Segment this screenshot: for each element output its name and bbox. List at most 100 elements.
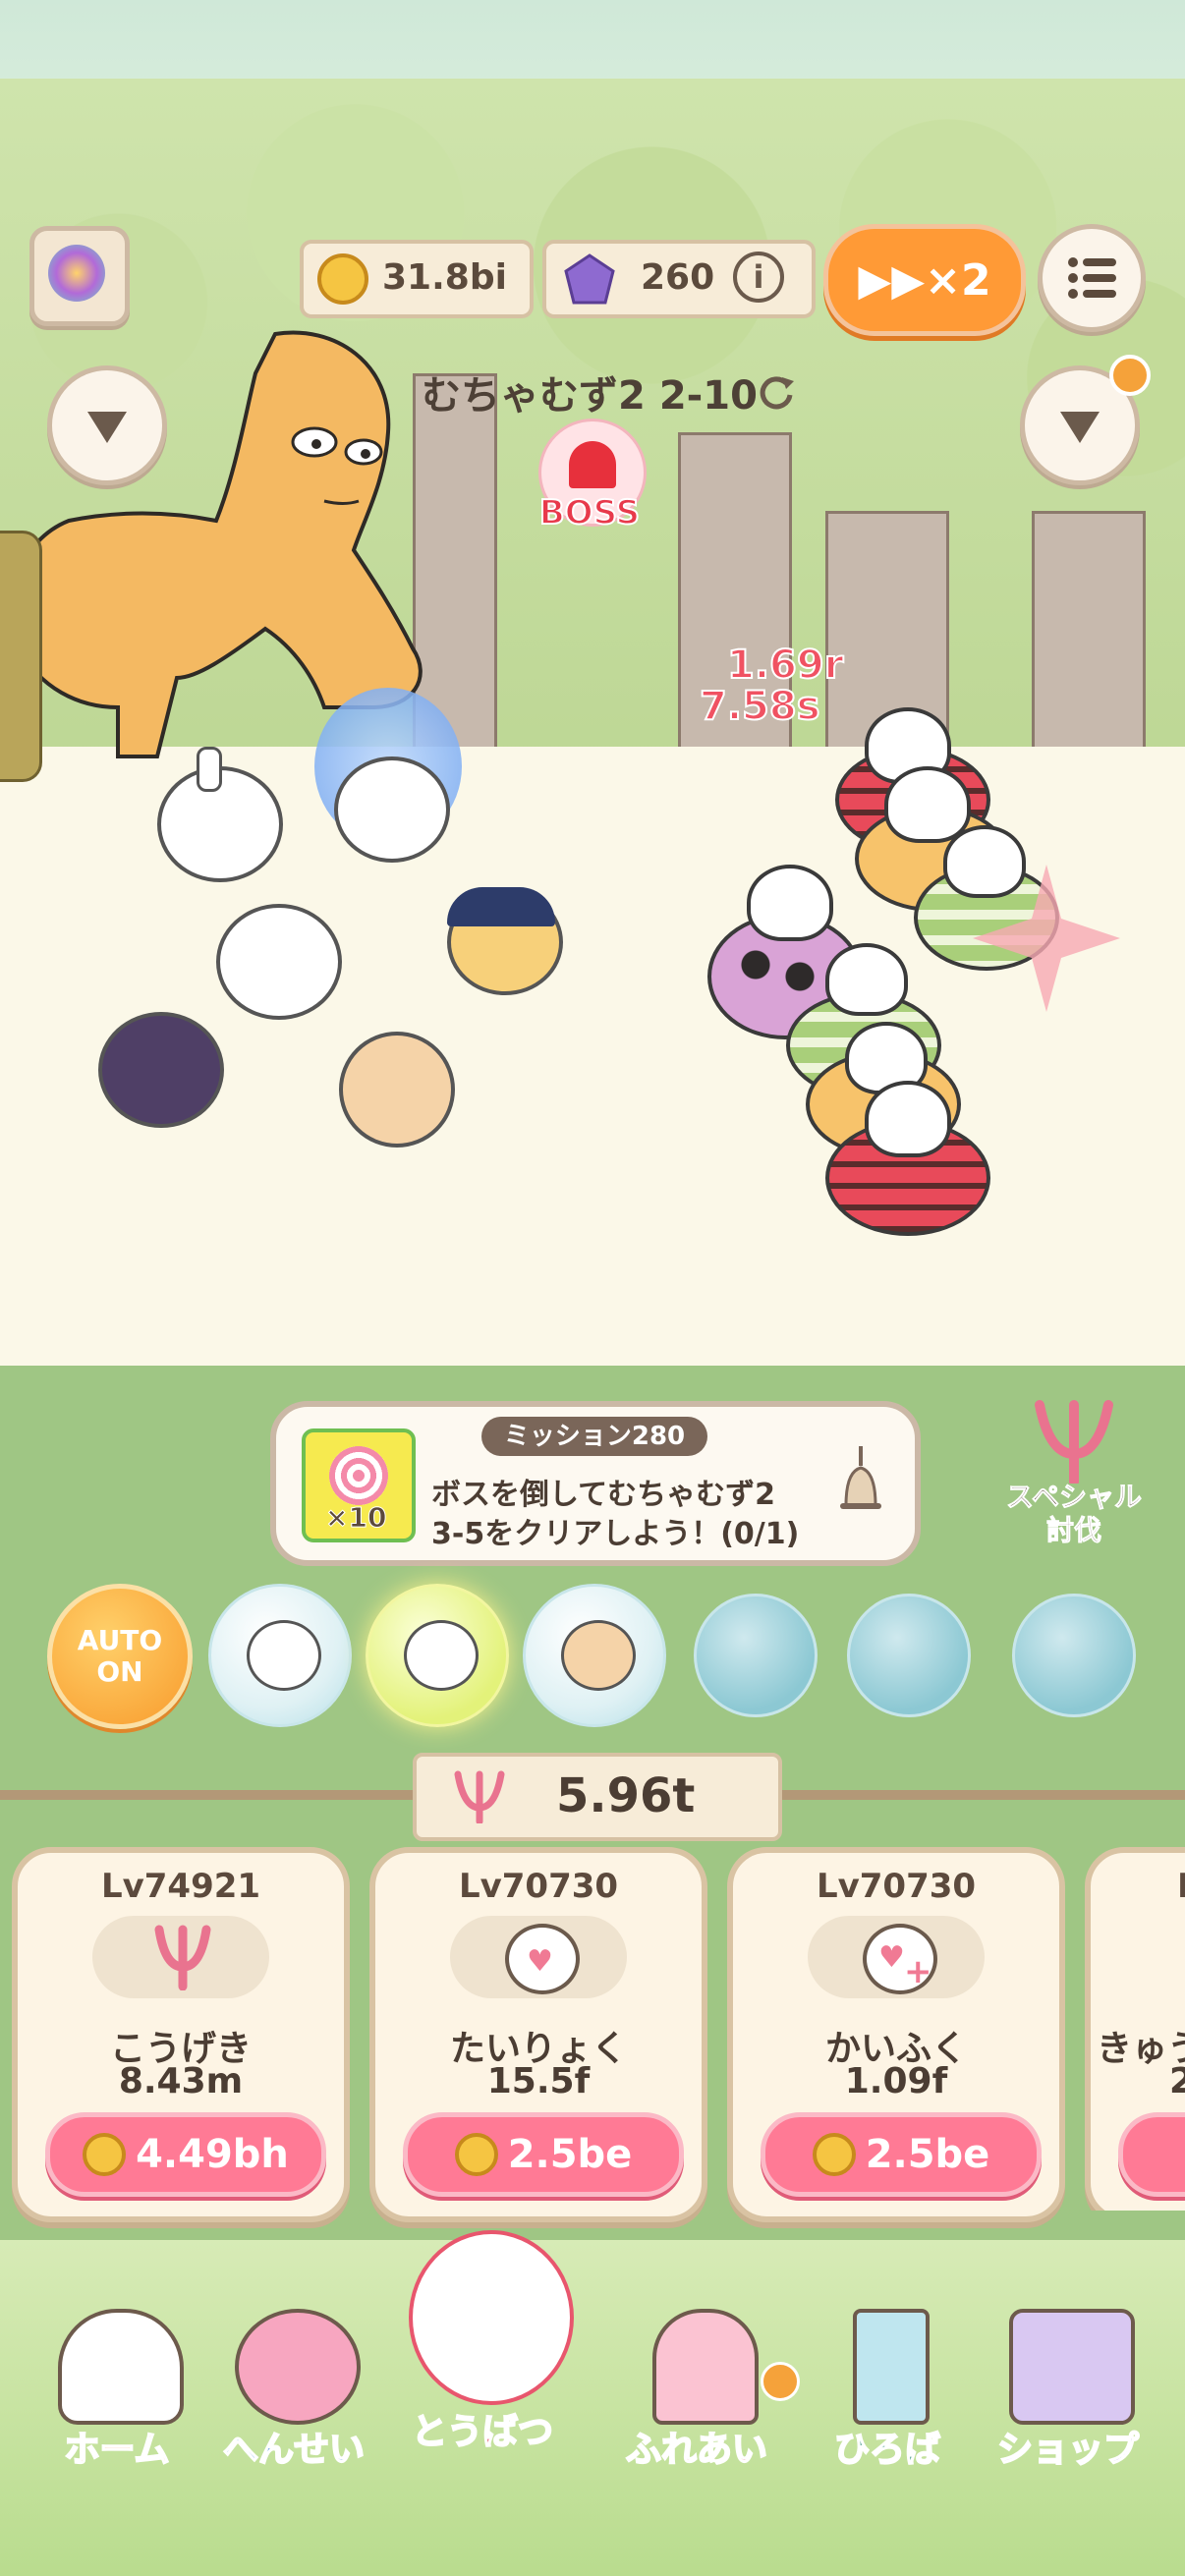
candy-icon (329, 1446, 388, 1505)
nav-label: ホーム (64, 2429, 171, 2471)
auto-state: ON (96, 1655, 143, 1688)
trident-icon (454, 1770, 505, 1823)
notification-dot (1109, 355, 1151, 396)
enemy-face (747, 865, 833, 941)
nav-team[interactable]: へんせい (200, 2289, 387, 2545)
stage-title: むちゃむず2 2-10 (422, 373, 758, 419)
upgrade-cost: 4.49bh (136, 2132, 289, 2177)
trident-icon (1035, 1400, 1113, 1484)
enemy-face (825, 943, 908, 1016)
info-icon[interactable]: i (733, 252, 784, 303)
card-value: 8.43m (118, 2061, 244, 2101)
reward-count: ×10 (324, 1501, 387, 1535)
heal-bear-icon: ♥ + (863, 1924, 937, 1994)
mission-line1: ボスを倒してむちゃむず2 (431, 1478, 775, 1512)
hero-bat (98, 1012, 224, 1128)
mission-tag: ミッション280 (481, 1417, 707, 1456)
boss-label: BOSS (538, 492, 641, 533)
door-icon (652, 2309, 759, 2425)
ninja-skill-icon (247, 1620, 321, 1691)
coin-counter: 31.8bi (300, 240, 534, 318)
skill-bubble-locked[interactable] (694, 1594, 818, 1717)
skill-bubble-locked[interactable] (847, 1594, 971, 1717)
card-icon-wrap (92, 1916, 269, 1998)
upgrade-card-stamina: Lv70730 ♥ たいりょく 15.5f 2.5be (369, 1847, 707, 2222)
battle-character-icon (409, 2230, 574, 2405)
team-icon (235, 2309, 361, 2425)
card-value: 1.09f (844, 2061, 948, 2101)
nav-label: へんせい (222, 2429, 366, 2471)
signpost-icon (853, 2309, 930, 2425)
rabbit-skill-icon (561, 1620, 636, 1691)
upgrade-cost: 2.5be (507, 2132, 633, 2177)
menu-icon (1068, 257, 1116, 299)
hero-ear (197, 747, 222, 792)
mission-reward: ×10 (302, 1428, 416, 1542)
heart-bear-icon: ♥ (505, 1924, 580, 1994)
card-level: L (1177, 1867, 1185, 1906)
special-label-2: 討伐 (1045, 1514, 1101, 1547)
profile-button[interactable] (29, 226, 130, 326)
card-icon-wrap: ♥ + (808, 1916, 985, 1998)
boss-button[interactable]: BOSS (538, 419, 647, 533)
total-power-value: 5.96t (556, 1768, 696, 1823)
upgrade-cost: 2.5be (865, 2132, 990, 2177)
card-level: Lv70730 (458, 1867, 619, 1906)
right-dropdown-button[interactable] (1020, 355, 1151, 485)
coin-icon (317, 253, 368, 305)
nav-label: とうばつ (411, 2411, 554, 2453)
auto-skill-toggle[interactable]: AUTO ON (47, 1584, 193, 1729)
nav-plaza[interactable]: ひろば (794, 2289, 981, 2545)
nav-label: ひろば (833, 2429, 941, 2471)
refresh-icon[interactable] (757, 371, 796, 411)
speed-toggle-button[interactable]: ▶▶×2 (823, 224, 1026, 336)
card-level: Lv74921 (100, 1867, 261, 1906)
coin-amount: 31.8bi (382, 257, 507, 298)
upgrade-button[interactable]: 2.5be (761, 2112, 1042, 2197)
hero-rabbit-hood (339, 1032, 455, 1148)
enemy-face (884, 766, 971, 843)
coin-icon (454, 2133, 498, 2176)
nav-label: ふれあい (625, 2429, 768, 2471)
hit-spark-effect (973, 865, 1120, 1012)
menu-button[interactable] (1038, 224, 1146, 332)
upgrade-button[interactable] (1118, 2112, 1185, 2197)
hero-princess (216, 904, 342, 1020)
nav-interact[interactable]: ふれあい (603, 2289, 800, 2545)
chevron-down-icon (1060, 412, 1100, 443)
upgrade-button[interactable]: 4.49bh (45, 2112, 326, 2197)
skill-bubble[interactable] (523, 1584, 666, 1727)
shop-icon (1009, 2309, 1135, 2425)
damage-number: 1.69r (726, 642, 844, 689)
hachiware-skill-icon (404, 1620, 479, 1691)
hero-ninja (447, 887, 563, 995)
tree-trunk (1032, 511, 1146, 769)
nav-home[interactable]: ホーム (24, 2289, 210, 2545)
hero-hachiware (334, 756, 450, 863)
mission-line2: 3-5をクリアしよう！(0/1) (431, 1517, 800, 1551)
trident-icon (154, 1925, 211, 1990)
card-value: 15.5f (486, 2061, 591, 2101)
special-battle-button[interactable]: スペシャル 討伐 (990, 1395, 1157, 1547)
card-value: 2 (1169, 2061, 1185, 2101)
skill-bubble[interactable] (208, 1584, 352, 1727)
nav-battle[interactable]: とうばつ (389, 2220, 576, 2476)
upgrade-card-attack: Lv74921 こうげき 8.43m 4.49bh (12, 1847, 350, 2222)
card-icon-wrap: ♥ (450, 1916, 627, 1998)
skill-bubble-locked[interactable] (1012, 1594, 1136, 1717)
nav-label: ショップ (996, 2429, 1140, 2471)
coin-icon (83, 2133, 127, 2176)
house-icon (58, 2309, 184, 2425)
upgrade-button[interactable]: 2.5be (403, 2112, 684, 2197)
gem-amount: 260 (641, 257, 715, 298)
upgrade-card-heal: Lv70730 ♥ + かいふく 1.09f 2.5be (727, 1847, 1065, 2222)
emblem-icon (48, 245, 105, 302)
auto-label: AUTO (77, 1624, 163, 1656)
gem-counter: 260 i (542, 240, 816, 318)
enemy-face (865, 1081, 951, 1157)
total-power-panel: 5.96t (413, 1753, 782, 1841)
skill-bubble-active[interactable] (366, 1584, 509, 1727)
nav-shop[interactable]: ショップ (975, 2289, 1161, 2545)
coin-icon (812, 2133, 856, 2176)
upgrade-card-partial-clip: L きゅう 2 (1085, 1847, 1185, 2211)
